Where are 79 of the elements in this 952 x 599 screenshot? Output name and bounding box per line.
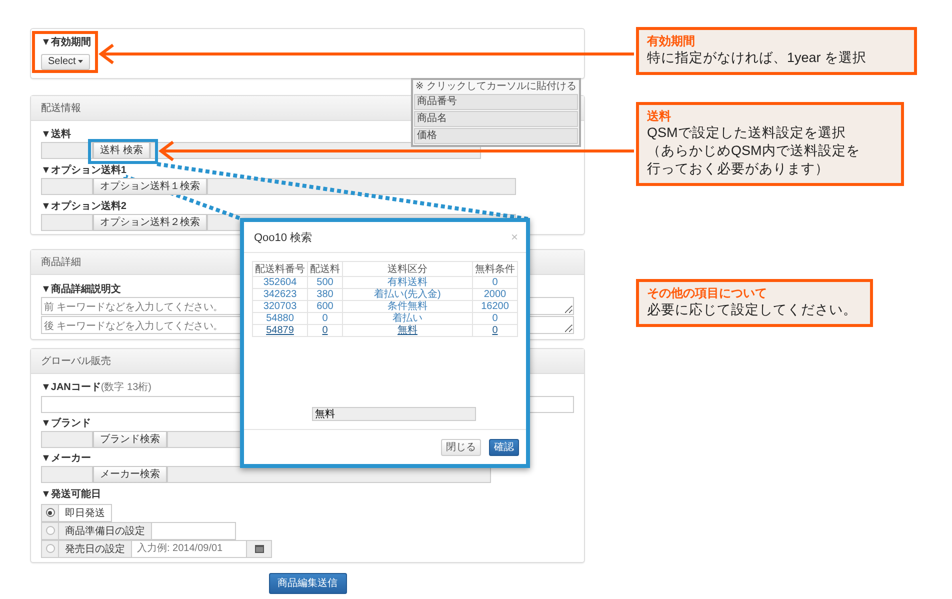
input-field[interactable] (41, 214, 93, 230)
input-field[interactable] (41, 178, 93, 194)
palette-item[interactable]: 価格 (414, 128, 578, 144)
table-cell[interactable]: 0 (308, 312, 342, 324)
table-cell[interactable]: 380 (308, 288, 342, 300)
confirm-button[interactable]: 確認 (489, 438, 519, 456)
radio-button[interactable] (41, 540, 59, 558)
close-button[interactable]: 閉じる (441, 438, 481, 456)
palette-item[interactable]: 商品番号 (414, 94, 578, 110)
table-cell[interactable]: 着払い(先入金) (342, 288, 472, 300)
caret-icon (78, 60, 83, 63)
callout-title: 有効期間 (647, 33, 695, 49)
calendar-button[interactable] (247, 540, 272, 558)
table-cell[interactable]: 54880 (252, 312, 308, 324)
input-field[interactable] (41, 142, 93, 158)
column-header: 送料区分 (342, 262, 472, 276)
callout-text: QSMで設定した送料設定を選択 (647, 124, 846, 142)
input-field[interactable] (207, 178, 516, 194)
option-label: 発売日の設定 (59, 540, 132, 558)
table-cell[interactable]: 16200 (472, 300, 518, 312)
table-cell[interactable]: 500 (308, 276, 342, 288)
table-cell[interactable]: 0 (308, 324, 342, 336)
radio-button[interactable] (41, 522, 59, 540)
table-cell[interactable]: 有料送料 (342, 276, 472, 288)
panel-title: グローバル販売 (41, 354, 111, 368)
radio-button[interactable] (41, 504, 59, 522)
column-header: 配送料 (308, 262, 342, 276)
calendar-icon (254, 544, 264, 552)
highlight-frame (88, 139, 158, 164)
input-field[interactable] (41, 466, 93, 482)
column-header: 無料条件 (472, 262, 518, 276)
search-button[interactable]: ブランド検索 (93, 430, 167, 448)
table-cell[interactable]: 352604 (252, 276, 308, 288)
field-label: ▼メーカー (41, 450, 91, 464)
field-hint: (数字 13桁) (100, 382, 152, 394)
table-cell[interactable]: 342623 (252, 288, 308, 300)
column-header: 配送料番号 (252, 262, 308, 276)
callout-title: 送料 (647, 108, 671, 124)
field-label: ▼送料 (41, 126, 71, 140)
table-cell[interactable]: 600 (308, 300, 342, 312)
field-label: ▼オプション送料2 (41, 198, 126, 212)
table-cell[interactable]: 着払い (342, 312, 472, 324)
select-button[interactable]: Select (41, 54, 90, 70)
field-label: ▼有効期間 (41, 35, 91, 49)
callout-text: 必要に応じて設定してください。 (647, 301, 857, 319)
input-field[interactable] (152, 522, 236, 540)
callout-text: 行っておく必要があります） (647, 160, 829, 178)
field-label: ▼商品詳細説明文 (41, 282, 121, 296)
panel-title: 商品詳細 (41, 256, 81, 268)
callout-text: 特に指定がなければ、1year を選択 (647, 49, 867, 67)
highlight-frame (32, 31, 98, 73)
submit-button[interactable]: 商品編集送信 (268, 572, 346, 594)
callout-text: （あらかじめQSM内で送料設定を (647, 142, 860, 160)
search-button[interactable]: オプション送料２検索 (93, 214, 207, 230)
option-label: 商品準備日の設定 (59, 522, 152, 540)
table-cell[interactable]: 2000 (472, 288, 518, 300)
table-cell[interactable]: 条件無料 (342, 300, 472, 312)
field-label: ▼発送可能日 (41, 486, 101, 500)
panel-title: 配送情報 (41, 102, 81, 114)
palette-item[interactable]: 商品名 (414, 111, 578, 127)
table-cell[interactable]: 320703 (252, 300, 308, 312)
table-cell[interactable]: 0 (472, 276, 518, 288)
option-label: 即日発送 (59, 504, 112, 522)
field-label: ▼オプション送料1 (41, 162, 126, 176)
palette-note: ※ クリックしてカーソルに貼付ける (414, 81, 578, 93)
callout-title: その他の項目について (647, 285, 767, 301)
field-label: ▼JANコード (41, 382, 101, 394)
input-field[interactable] (41, 430, 93, 448)
search-button[interactable]: 送料 検索 (93, 142, 150, 158)
search-button[interactable]: メーカー検索 (93, 466, 167, 482)
table-cell[interactable]: 無料 (342, 324, 472, 336)
table-cell[interactable]: 54879 (252, 324, 308, 336)
field-label: ▼ブランド (41, 416, 91, 430)
table-cell[interactable]: 0 (472, 312, 518, 324)
table-cell[interactable]: 0 (472, 324, 518, 336)
dialog-title: Qoo10 検索 (254, 230, 312, 244)
search-button[interactable]: オプション送料１検索 (93, 178, 207, 194)
date-field[interactable]: 入力例: 2014/09/01 (132, 540, 247, 558)
input-field[interactable]: 無料 (312, 407, 476, 421)
